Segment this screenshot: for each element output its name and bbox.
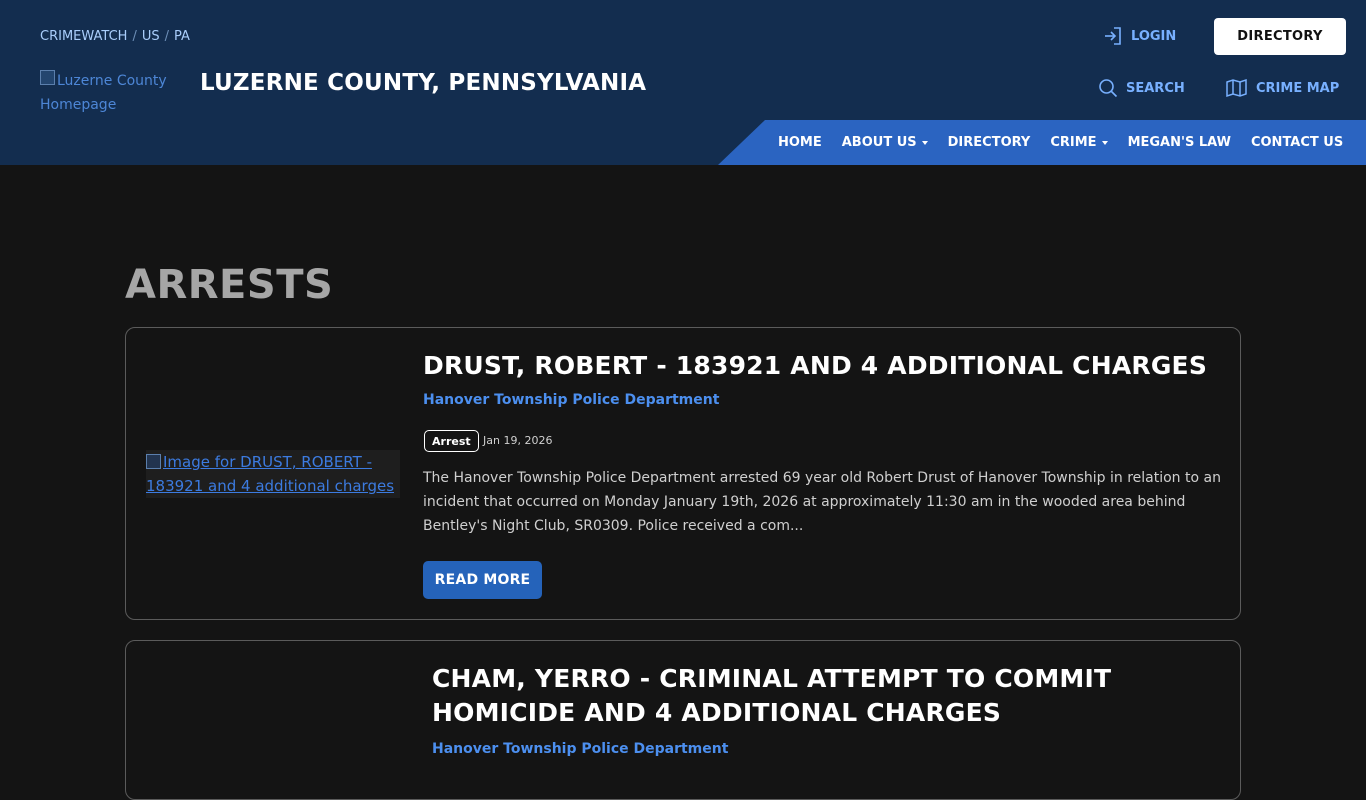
main-nav: HOME ABOUT US DIRECTORY CRIME MEGAN'S LA… <box>778 120 1343 165</box>
post-date: Jan 19, 2026 <box>483 434 553 447</box>
breadcrumb-us[interactable]: US <box>142 29 160 44</box>
nav-home[interactable]: HOME <box>778 135 822 150</box>
nav-crime[interactable]: CRIME <box>1050 135 1108 150</box>
map-icon <box>1226 78 1247 98</box>
breadcrumb-separator: / <box>132 29 137 44</box>
arrest-card: CHAM, YERRO - CRIMINAL ATTEMPT TO COMMIT… <box>125 640 1241 800</box>
arrest-card: Image for DRUST, ROBERT - 183921 and 4 a… <box>125 327 1241 620</box>
login-arrow-icon <box>1105 27 1121 45</box>
breadcrumb-crimewatch[interactable]: CRIMEWATCH <box>40 29 127 44</box>
department-link[interactable]: Hanover Township Police Department <box>432 741 728 757</box>
caret-down-icon <box>1101 141 1108 145</box>
breadcrumb-separator: / <box>164 29 169 44</box>
site-header: CRIMEWATCH / US / PA Luzerne County Home… <box>0 0 1366 165</box>
search-icon <box>1099 79 1118 98</box>
nav-about-us-label: ABOUT US <box>841 135 917 150</box>
nav-directory-label: DIRECTORY <box>947 135 1031 150</box>
read-more-button[interactable]: READ MORE <box>423 561 542 599</box>
nav-contact-us[interactable]: CONTACT US <box>1251 135 1343 150</box>
page-title: ARRESTS <box>125 262 334 308</box>
arrest-excerpt: The Hanover Township Police Department a… <box>423 470 1221 534</box>
breadcrumb: CRIMEWATCH / US / PA <box>40 29 190 44</box>
search-label: SEARCH <box>1126 80 1185 96</box>
category-badge: Arrest <box>424 430 479 452</box>
login-link[interactable]: LOGIN <box>1103 26 1176 46</box>
nav-directory[interactable]: DIRECTORY <box>948 135 1031 150</box>
search-link[interactable]: SEARCH <box>1098 78 1185 98</box>
nav-about-us[interactable]: ABOUT US <box>842 135 928 150</box>
department-link[interactable]: Hanover Township Police Department <box>423 392 719 408</box>
nav-megans-law-label: MEGAN'S LAW <box>1127 135 1231 150</box>
arrest-title-link[interactable]: CHAM, YERRO - CRIMINAL ATTEMPT TO COMMIT… <box>432 662 1222 730</box>
crime-map-link[interactable]: CRIME MAP <box>1226 78 1339 98</box>
arrest-image-alt: Image for DRUST, ROBERT - 183921 and 4 a… <box>146 453 395 495</box>
breadcrumb-pa[interactable]: PA <box>174 29 190 44</box>
site-title[interactable]: LUZERNE COUNTY, PENNSYLVANIA <box>200 70 646 96</box>
county-logo-link[interactable]: Luzerne County Homepage <box>40 66 180 117</box>
arrest-image-link[interactable]: Image for DRUST, ROBERT - 183921 and 4 a… <box>146 450 400 498</box>
login-label: LOGIN <box>1131 28 1177 44</box>
nav-contact-us-label: CONTACT US <box>1250 135 1344 150</box>
nav-megans-law[interactable]: MEGAN'S LAW <box>1128 135 1231 150</box>
directory-button[interactable]: DIRECTORY <box>1214 18 1346 55</box>
logo-alt-text: Luzerne County Homepage <box>40 73 167 113</box>
broken-image-icon <box>40 70 55 85</box>
caret-down-icon <box>921 141 928 145</box>
broken-image-icon <box>146 454 161 469</box>
nav-home-label: HOME <box>778 135 822 150</box>
nav-crime-label: CRIME <box>1050 135 1097 150</box>
crime-map-label: CRIME MAP <box>1256 80 1340 96</box>
arrest-title-link[interactable]: DRUST, ROBERT - 183921 AND 4 ADDITIONAL … <box>423 349 1213 383</box>
